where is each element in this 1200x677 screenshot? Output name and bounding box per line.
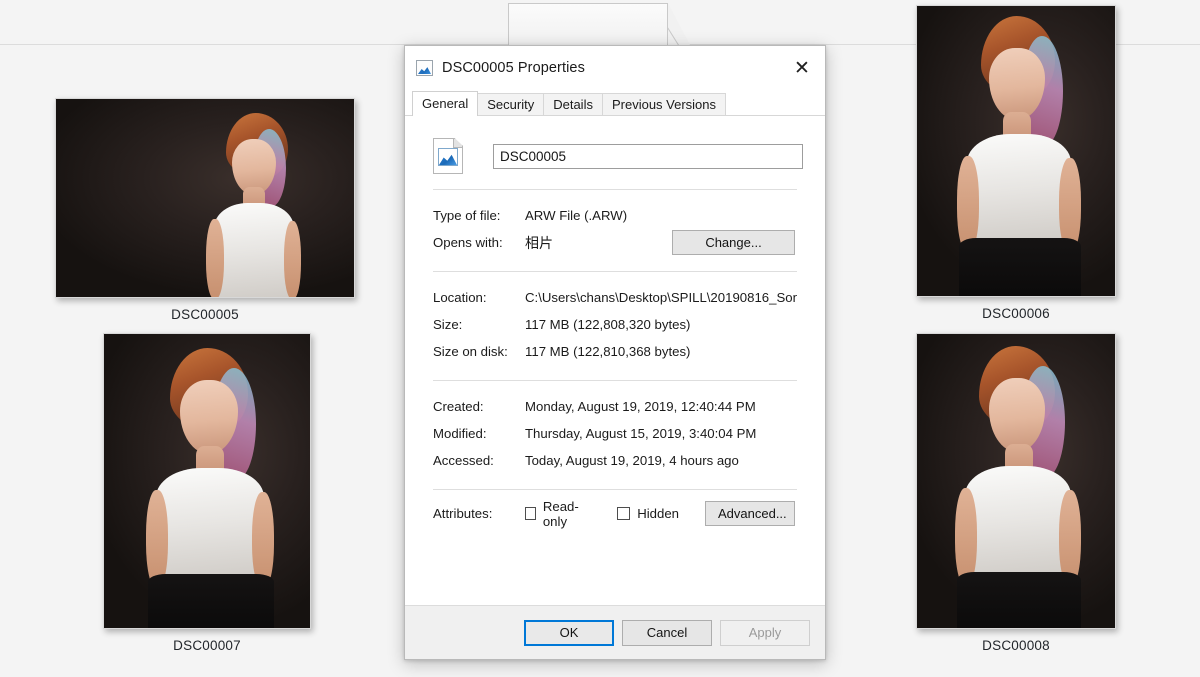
thumbnail-label: DSC00006 bbox=[982, 306, 1050, 321]
divider bbox=[433, 271, 797, 272]
general-tab-panel: Type of file: ARW File (.ARW) Opens with… bbox=[405, 116, 825, 605]
readonly-label: Read-only bbox=[542, 498, 579, 529]
accessed-row: Accessed: Today, August 19, 2019, 4 hour… bbox=[433, 447, 797, 474]
attributes-label: Attributes: bbox=[433, 506, 493, 521]
location-value: C:\Users\chans\Desktop\SPILL\20190816_So… bbox=[525, 290, 797, 305]
background-window-tab[interactable] bbox=[508, 3, 668, 45]
filename-row bbox=[433, 138, 807, 174]
accessed-label: Accessed: bbox=[433, 453, 494, 468]
hidden-label: Hidden bbox=[637, 506, 679, 521]
type-of-file-row: Type of file: ARW File (.ARW) bbox=[433, 202, 797, 229]
thumbnail-label: DSC00007 bbox=[173, 638, 241, 653]
type-of-file-value: ARW File (.ARW) bbox=[525, 208, 628, 223]
tab-previous-versions[interactable]: Previous Versions bbox=[601, 93, 727, 116]
dialog-titlebar[interactable]: DSC00005 Properties ✕ bbox=[405, 46, 825, 90]
image-file-icon bbox=[433, 138, 463, 174]
size-row: Size: 117 MB (122,808,320 bytes) bbox=[433, 311, 797, 338]
location-size-group: Location: C:\Users\chans\Desktop\SPILL\2… bbox=[433, 284, 797, 365]
thumbnail-image[interactable] bbox=[103, 333, 311, 629]
location-row: Location: C:\Users\chans\Desktop\SPILL\2… bbox=[433, 284, 797, 311]
thumbnail-image[interactable] bbox=[55, 98, 355, 298]
dialog-title: DSC00005 Properties bbox=[442, 60, 585, 76]
tab-strip: General Security Details Previous Versio… bbox=[405, 90, 825, 117]
readonly-checkbox[interactable] bbox=[525, 507, 536, 520]
size-on-disk-value: 117 MB (122,810,368 bytes) bbox=[525, 344, 691, 359]
background-window-tab-slope-line bbox=[667, 3, 693, 46]
apply-button: Apply bbox=[720, 619, 810, 646]
image-file-icon bbox=[416, 60, 433, 76]
opens-with-value: 相片 bbox=[525, 234, 553, 251]
thumbnail-image[interactable] bbox=[916, 333, 1116, 629]
change-button[interactable]: Change... bbox=[672, 230, 795, 255]
divider bbox=[433, 489, 797, 490]
size-on-disk-label: Size on disk: bbox=[433, 344, 508, 359]
attributes-row: Attributes: Read-only Hidden Advanced... bbox=[433, 499, 797, 529]
created-label: Created: bbox=[433, 399, 484, 414]
created-row: Created: Monday, August 19, 2019, 12:40:… bbox=[433, 393, 797, 420]
advanced-button[interactable]: Advanced... bbox=[705, 501, 795, 526]
dialog-footer: OK Cancel Apply bbox=[405, 605, 825, 659]
modified-value: Thursday, August 15, 2019, 3:40:04 PM bbox=[525, 426, 757, 441]
readonly-checkbox-item[interactable]: Read-only bbox=[525, 499, 591, 529]
cancel-button[interactable]: Cancel bbox=[622, 619, 712, 646]
ok-button[interactable]: OK bbox=[524, 619, 614, 646]
size-on-disk-row: Size on disk: 117 MB (122,810,368 bytes) bbox=[433, 338, 797, 365]
desktop-screen: DSC00005 DSC00006 DSC00007 DSC00008 DSC0… bbox=[0, 0, 1200, 677]
thumbnail-item[interactable]: DSC00007 bbox=[103, 333, 311, 653]
opens-with-label: Opens with: bbox=[433, 235, 503, 250]
thumbnail-item[interactable]: DSC00006 bbox=[916, 5, 1116, 321]
thumbnail-item[interactable]: DSC00008 bbox=[916, 333, 1116, 653]
location-label: Location: bbox=[433, 290, 487, 305]
hidden-checkbox-item[interactable]: Hidden bbox=[617, 506, 679, 521]
hidden-checkbox[interactable] bbox=[617, 507, 631, 520]
opens-with-row: Opens with: 相片 Change... bbox=[433, 229, 797, 256]
size-value: 117 MB (122,808,320 bytes) bbox=[525, 317, 691, 332]
timestamps-group: Created: Monday, August 19, 2019, 12:40:… bbox=[433, 393, 797, 474]
thumbnail-item[interactable]: DSC00005 bbox=[55, 98, 355, 322]
close-icon[interactable]: ✕ bbox=[779, 46, 825, 90]
properties-dialog: DSC00005 Properties ✕ General Security D… bbox=[404, 45, 826, 660]
thumbnail-image[interactable] bbox=[916, 5, 1116, 297]
filename-input[interactable] bbox=[493, 143, 803, 169]
tab-security[interactable]: Security bbox=[477, 93, 545, 116]
tab-general[interactable]: General bbox=[412, 91, 479, 117]
created-value: Monday, August 19, 2019, 12:40:44 PM bbox=[525, 399, 756, 414]
divider bbox=[433, 189, 797, 190]
thumbnail-label: DSC00008 bbox=[982, 638, 1050, 653]
size-label: Size: bbox=[433, 317, 463, 332]
file-type-group: Type of file: ARW File (.ARW) Opens with… bbox=[433, 202, 797, 256]
modified-label: Modified: bbox=[433, 426, 487, 441]
tab-details[interactable]: Details bbox=[543, 93, 603, 116]
divider bbox=[433, 380, 797, 381]
thumbnail-label: DSC00005 bbox=[171, 307, 239, 322]
modified-row: Modified: Thursday, August 15, 2019, 3:4… bbox=[433, 420, 797, 447]
accessed-value: Today, August 19, 2019, 4 hours ago bbox=[525, 453, 739, 468]
type-of-file-label: Type of file: bbox=[433, 208, 501, 223]
